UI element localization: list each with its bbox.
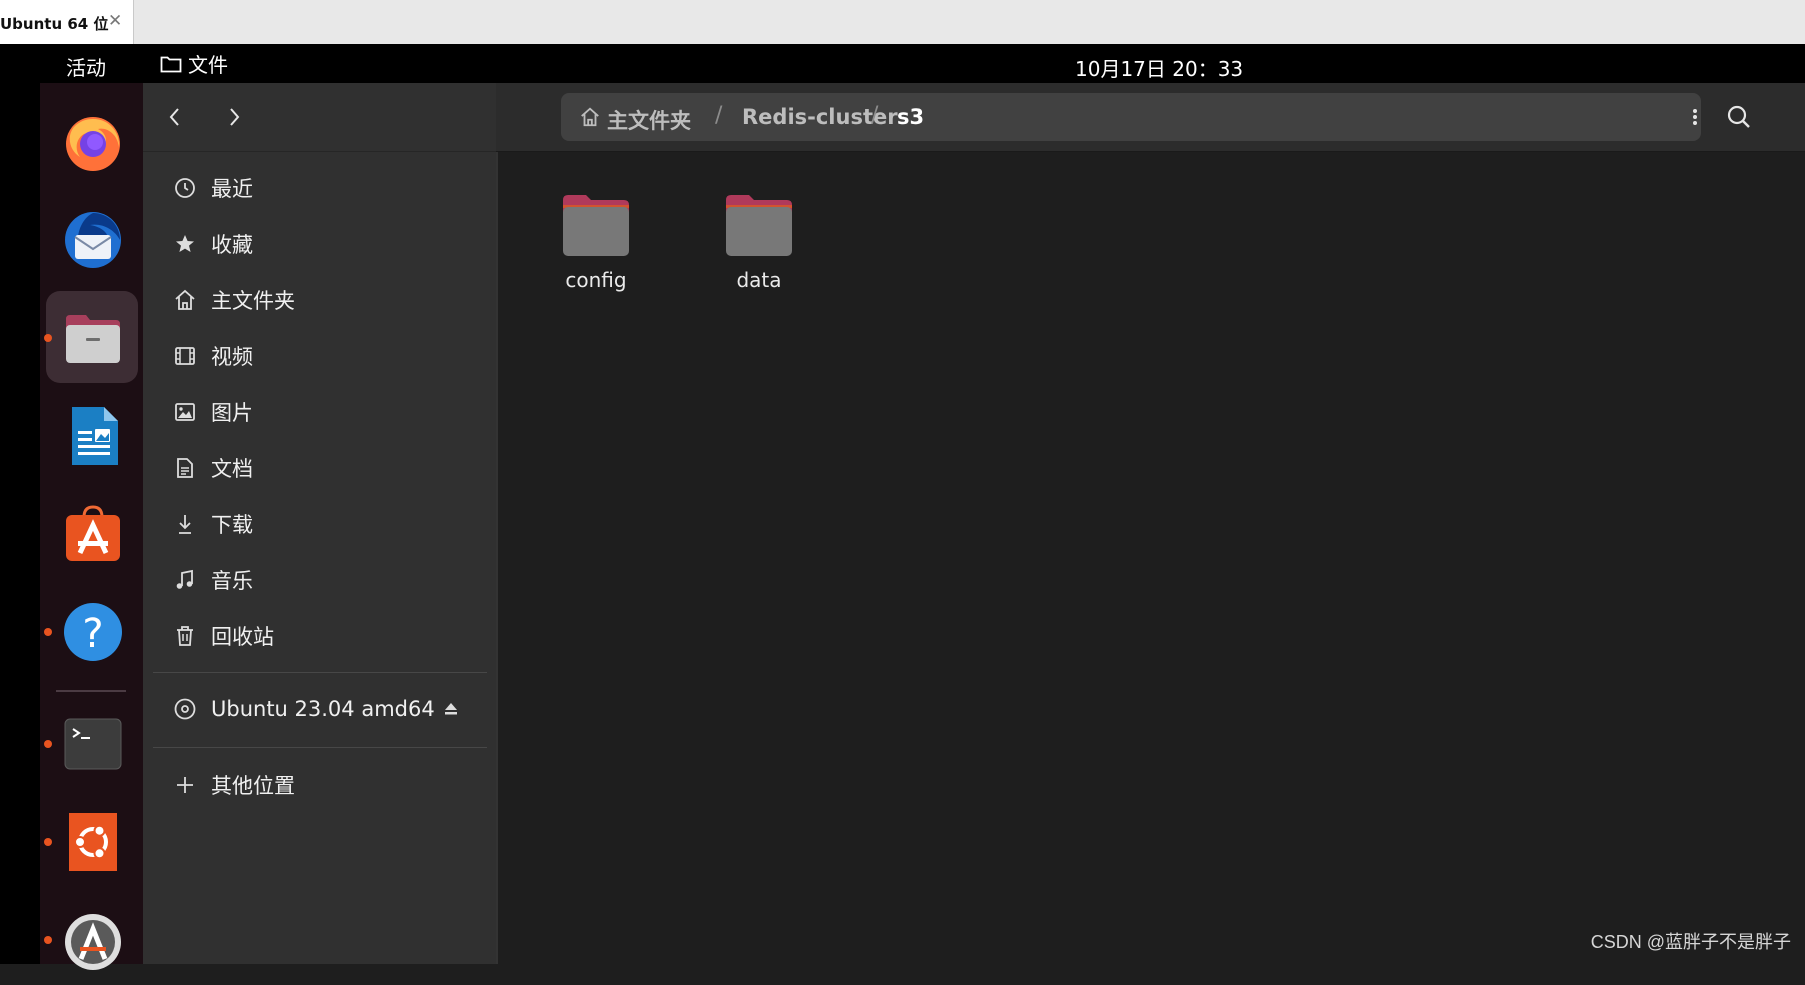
sidebar-item-label: 图片 — [211, 401, 253, 425]
sidebar-item-label: 最近 — [211, 177, 253, 201]
clock-icon — [173, 176, 197, 200]
search-icon[interactable] — [1721, 99, 1757, 135]
folder-icon — [160, 56, 182, 72]
app-menu-label: 文件 — [188, 53, 228, 77]
vm-tab[interactable]: Ubuntu 64 位 ✕ — [0, 0, 134, 44]
sidebar-item-label: 其他位置 — [211, 774, 295, 798]
ubuntu-icon — [69, 813, 117, 871]
folder-icon — [563, 195, 629, 256]
breadcrumb-home[interactable]: 主文件夹 — [607, 105, 691, 135]
sidebar-item-other-locations[interactable]: 其他位置 — [151, 761, 487, 809]
file-name: data — [736, 268, 782, 292]
forward-button[interactable] — [214, 101, 254, 133]
sidebar-item-label: Ubuntu 23.04 amd64 — [211, 697, 435, 721]
running-indicator — [44, 334, 52, 342]
sidebar-item-trash[interactable]: 回收站 — [151, 612, 487, 660]
more-vertical-icon[interactable] — [1681, 103, 1709, 131]
sidebar-item-label: 回收站 — [211, 625, 274, 649]
dock-item-terminal[interactable] — [46, 697, 138, 789]
activities-button[interactable]: 活动 — [66, 52, 106, 81]
plus-icon — [173, 773, 197, 797]
vm-tab-title: Ubuntu 64 位 — [0, 15, 109, 33]
updater-icon — [65, 914, 121, 970]
dock-item-files[interactable] — [46, 291, 138, 383]
music-icon — [173, 568, 197, 592]
thunderbird-icon — [65, 212, 121, 268]
running-indicator — [44, 936, 52, 944]
file-name: config — [565, 268, 627, 292]
watermark: CSDN @蓝胖子不是胖子 — [1590, 932, 1791, 952]
folder-item-config[interactable]: config — [538, 192, 648, 302]
sidebar-divider — [153, 672, 487, 673]
sidebar-item-label: 主文件夹 — [211, 289, 295, 313]
help-icon: ? — [64, 603, 122, 661]
trash-icon — [173, 624, 197, 648]
app-menu-button[interactable]: 文件 — [160, 50, 228, 77]
close-icon[interactable]: ✕ — [108, 11, 122, 31]
sidebar-item-recent[interactable]: 最近 — [151, 164, 487, 212]
sidebar-item-documents[interactable]: 文档 — [151, 444, 487, 492]
chevron-right-icon — [230, 108, 240, 126]
dock-item-libreoffice-writer[interactable] — [46, 389, 138, 481]
dock-item-firefox[interactable] — [46, 95, 138, 187]
clock[interactable]: 10月17日 20：33 — [1075, 53, 1243, 82]
sidebar-item-label: 视频 — [211, 345, 253, 369]
sidebar-item-starred[interactable]: 收藏 — [151, 220, 487, 268]
sidebar-item-label: 文档 — [211, 457, 253, 481]
back-button[interactable] — [155, 101, 195, 133]
dock: ? — [40, 83, 143, 970]
sidebar-item-label: 音乐 — [211, 569, 253, 593]
disc-icon — [173, 697, 197, 721]
home-icon — [173, 288, 197, 312]
document-icon — [173, 456, 197, 480]
top-panel: 活动 文件 10月17日 20：33 — [40, 44, 1805, 83]
folder-item-data[interactable]: data — [701, 192, 811, 302]
sidebar-item-pictures[interactable]: 图片 — [151, 388, 487, 436]
star-icon — [173, 232, 197, 256]
sidebar-item-home[interactable]: 主文件夹 — [151, 276, 487, 324]
sidebar-item-videos[interactable]: 视频 — [151, 332, 487, 380]
header-bar: 主文件夹 / Redis-cluster / s3 — [496, 83, 1805, 152]
breadcrumb-separator: / — [871, 103, 879, 128]
image-icon — [173, 400, 197, 424]
folder-icon — [726, 195, 792, 256]
breadcrumb-separator: / — [715, 103, 723, 128]
sidebar-header — [143, 83, 496, 152]
dock-separator — [56, 690, 126, 692]
sidebar-item-downloads[interactable]: 下载 — [151, 500, 487, 548]
running-indicator — [44, 740, 52, 748]
breadcrumb-current[interactable]: s3 — [897, 105, 924, 129]
dock-item-ubuntu-installer[interactable] — [46, 795, 138, 887]
writer-icon — [72, 407, 118, 465]
dock-item-app-center[interactable] — [46, 487, 138, 579]
running-indicator — [44, 628, 52, 636]
path-bar: 主文件夹 / Redis-cluster / s3 — [561, 93, 1701, 141]
sidebar-item-device[interactable]: Ubuntu 23.04 amd64 — [151, 685, 487, 733]
vm-left-margin — [0, 44, 40, 964]
download-icon — [173, 512, 197, 536]
svg-text:?: ? — [82, 611, 103, 657]
firefox-icon — [66, 117, 120, 171]
chevron-left-icon — [169, 108, 179, 126]
dock-item-software-updater[interactable] — [46, 893, 138, 985]
film-icon — [173, 344, 197, 368]
home-icon — [581, 107, 599, 127]
vm-tab-bar: Ubuntu 64 位 ✕ — [0, 0, 1805, 45]
app-center-icon — [66, 505, 120, 561]
terminal-icon — [64, 718, 122, 770]
files-icon — [66, 315, 120, 363]
running-indicator — [44, 838, 52, 846]
eject-icon[interactable] — [441, 699, 461, 719]
file-view[interactable]: config data — [496, 152, 1805, 964]
sidebar-item-label: 下载 — [211, 513, 253, 537]
sidebar-item-music[interactable]: 音乐 — [151, 556, 487, 604]
sidebar-divider — [153, 747, 487, 748]
dock-item-help[interactable]: ? — [46, 585, 138, 677]
places-sidebar: 最近 收藏 主文件夹 视频 图片 文档 下载 音乐 回收站 Ubuntu 23.… — [143, 83, 496, 964]
dock-item-thunderbird[interactable] — [46, 193, 138, 285]
sidebar-item-label: 收藏 — [211, 233, 253, 257]
